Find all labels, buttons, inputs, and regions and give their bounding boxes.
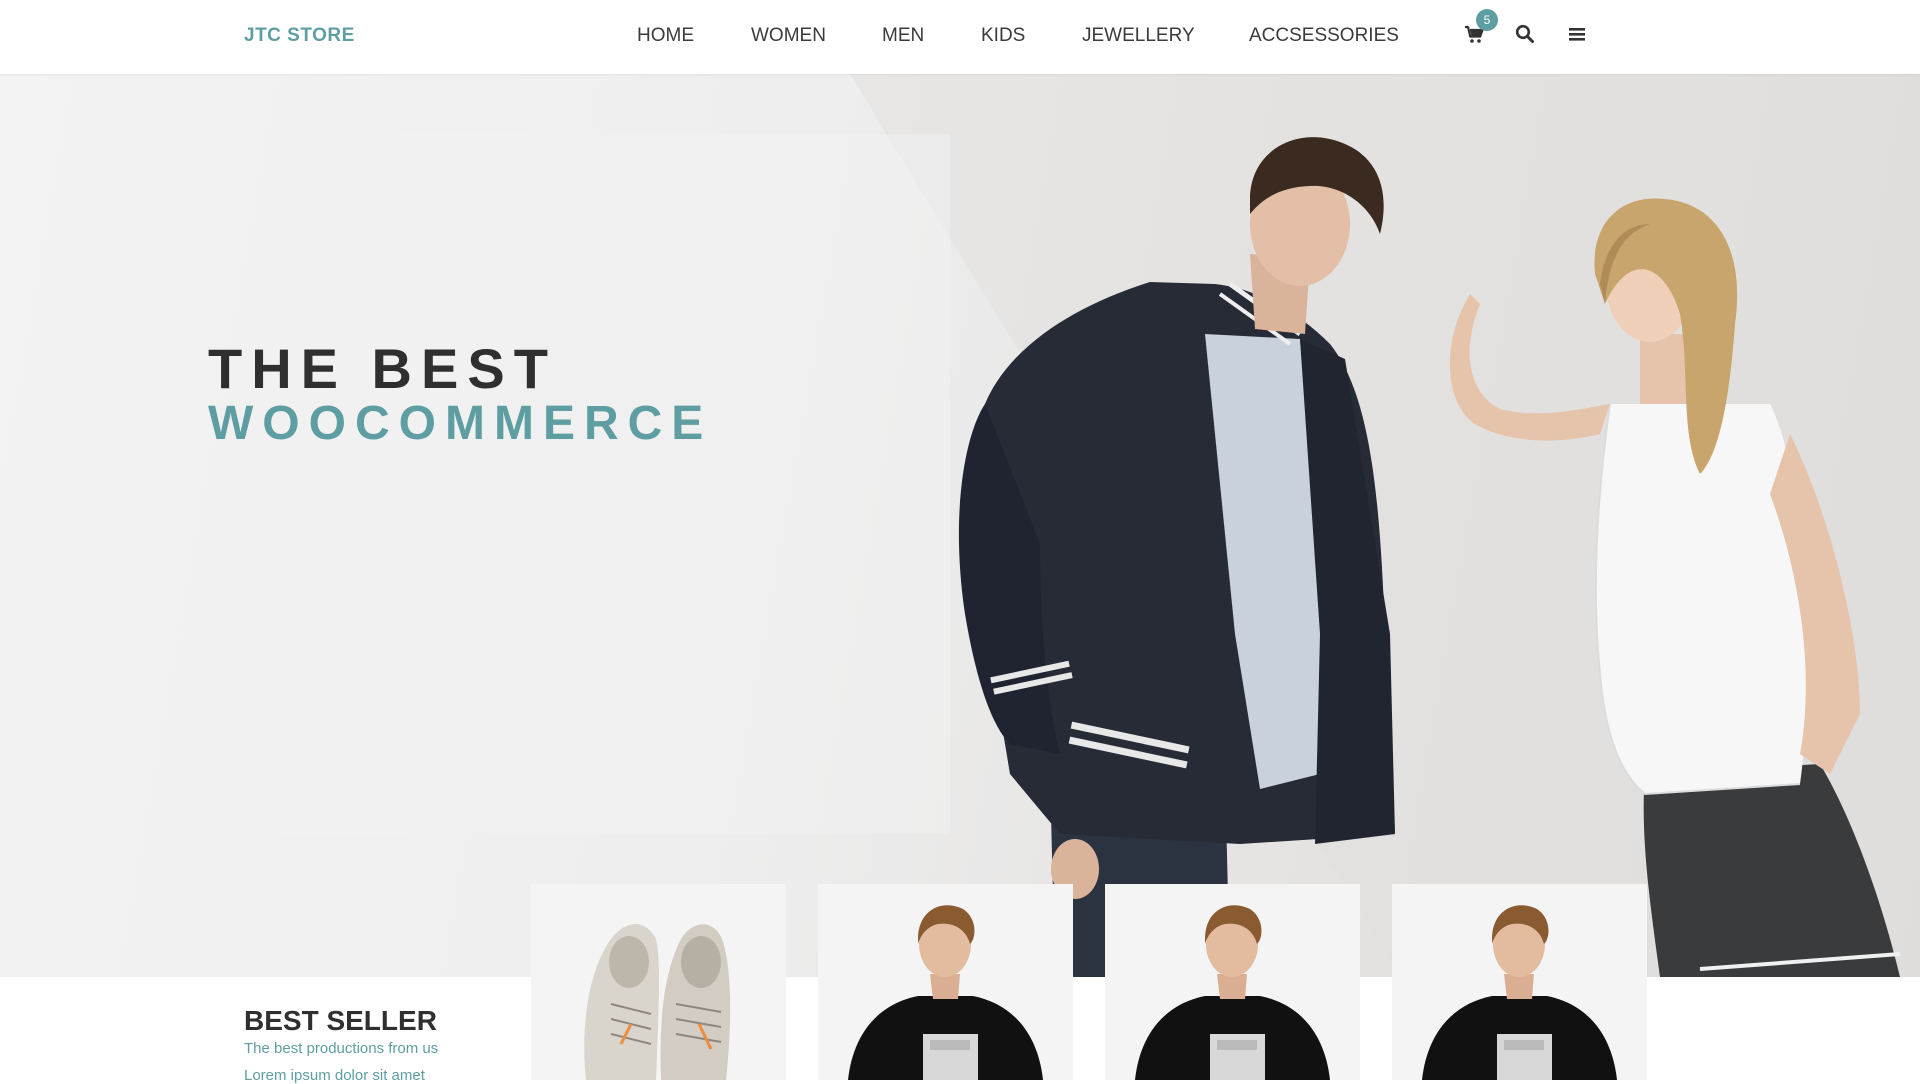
hero-image bbox=[270, 74, 1920, 977]
bestseller-description: Lorem ipsum dolor sit amet bbox=[244, 1067, 425, 1084]
bestseller-heading: BEST SELLER bbox=[244, 1005, 437, 1036]
cart-count-badge: 5 bbox=[1476, 9, 1498, 31]
nav-women[interactable]: WOMEN bbox=[751, 25, 826, 47]
hero-banner: THE BEST WOOCOMMERCE bbox=[0, 74, 1920, 977]
hero-title-line2: WOOCOMMERCE bbox=[208, 397, 713, 450]
menu-icon[interactable] bbox=[1565, 22, 1589, 46]
man-tshirt-image bbox=[818, 884, 1073, 1080]
product-card-tshirt-3[interactable] bbox=[1392, 884, 1647, 1080]
man-tshirt-image bbox=[1392, 884, 1647, 1080]
store-logo[interactable]: JTC STORE bbox=[244, 25, 355, 47]
product-card-shoes[interactable] bbox=[531, 884, 786, 1080]
nav-accessories[interactable]: ACCSESSORIES bbox=[1249, 25, 1399, 47]
site-header: JTC STORE HOME WOMEN MEN KIDS JEWELLERY … bbox=[0, 0, 1920, 74]
product-card-tshirt-2[interactable] bbox=[1105, 884, 1360, 1080]
hero-title-line1: THE BEST bbox=[208, 337, 557, 400]
bestseller-subheading: The best productions from us bbox=[244, 1040, 439, 1057]
man-tshirt-image bbox=[1105, 884, 1360, 1080]
product-card-tshirt-1[interactable] bbox=[818, 884, 1073, 1080]
search-icon[interactable] bbox=[1513, 22, 1537, 46]
shoes-image bbox=[531, 884, 786, 1080]
nav-jewellery[interactable]: JEWELLERY bbox=[1082, 25, 1195, 47]
nav-kids[interactable]: KIDS bbox=[981, 25, 1025, 47]
nav-home[interactable]: HOME bbox=[637, 25, 694, 47]
nav-men[interactable]: MEN bbox=[882, 25, 924, 47]
